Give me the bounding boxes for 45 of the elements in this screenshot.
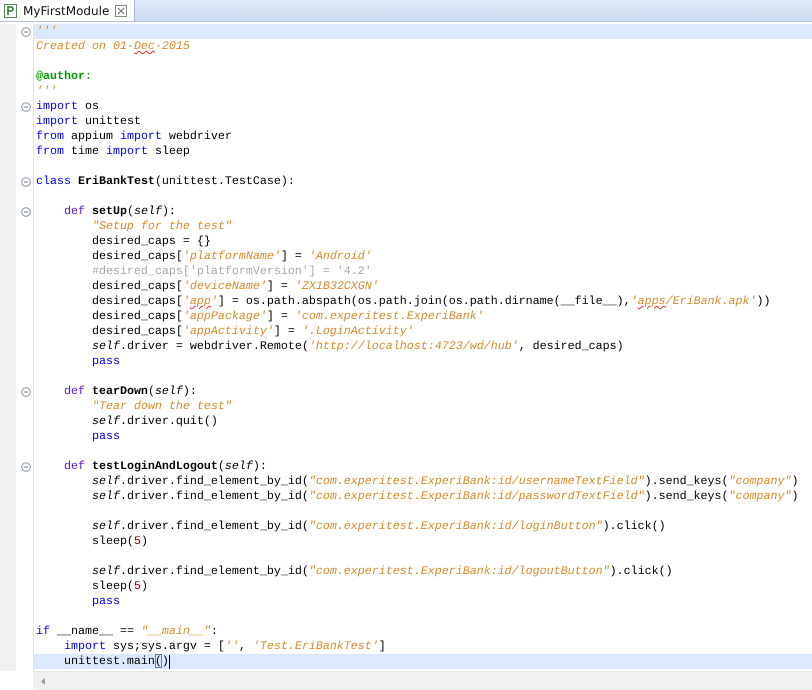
code-line: self.driver.find_element_by_id("com.experitest.ExperiBank:id/logoutButton").click(): [90, 564, 673, 579]
close-icon[interactable]: [115, 4, 128, 16]
collapse-icon[interactable]: [20, 462, 30, 472]
code-line: desired_caps = {}: [90, 234, 211, 249]
collapse-icon[interactable]: [20, 386, 30, 396]
code-line: self.driver.find_element_by_id("com.experitest.ExperiBank:id/usernameTextField").send_keys("company"): [90, 474, 799, 489]
code-line: import os: [36, 99, 99, 114]
code-line: import sys;sys.argv = ['', 'Test.EriBankTest']: [62, 639, 386, 654]
code-line: sleep(5): [90, 579, 148, 594]
editor-tab[interactable]: MyFirstModule: [0, 0, 136, 21]
code-line: from time import sleep: [36, 144, 190, 159]
code-line: pass: [90, 594, 120, 609]
scroll-left-icon[interactable]: [39, 676, 47, 686]
code-line: pass: [90, 429, 120, 444]
code-line: class EriBankTest(unittest.TestCase):: [36, 174, 295, 189]
code-line: desired_caps['appActivity'] = '.LoginActivity': [90, 324, 414, 339]
code-line: "Setup for the test": [90, 219, 232, 234]
python-file-icon: [4, 4, 17, 18]
code-line: import unittest: [36, 114, 141, 129]
code-line: sleep(5): [90, 534, 148, 549]
code-line: from appium import webdriver: [36, 129, 232, 144]
code-line: desired_caps['app'] = os.path.abspath(os.path.join(os.path.dirname(__file__),'apps/EriBank.apk')): [90, 294, 771, 309]
code-line: desired_caps['appPackage'] = 'com.experitest.ExperiBank': [90, 309, 484, 324]
code-line: desired_caps['platformName'] = 'Android': [90, 249, 372, 264]
code-line: desired_caps['deviceName'] = 'ZX1B32CXGN': [90, 279, 379, 294]
collapse-icon[interactable]: [20, 176, 30, 186]
code-line: self.driver.find_element_by_id("com.experitest.ExperiBank:id/loginButton").click(): [90, 519, 666, 534]
code-line: ''': [36, 84, 57, 99]
code-line: def testLoginAndLogout(self):: [62, 459, 267, 474]
code-line: "Tear down the test": [90, 399, 232, 414]
collapse-icon[interactable]: [20, 206, 30, 216]
code-line: self.driver = webdriver.Remote('http://localhost:4723/wd/hub', desired_caps): [90, 339, 624, 354]
code-line: ''': [36, 24, 57, 39]
collapse-icon[interactable]: [20, 26, 30, 36]
code-line: def tearDown(self):: [62, 384, 197, 399]
code-line: unittest.main(): [62, 654, 169, 669]
code-line: def setUp(self):: [62, 204, 176, 219]
code-line: #desired_caps['platformVersion'] = '4.2': [90, 264, 372, 279]
code-line: pass: [90, 354, 120, 369]
code-line: self.driver.find_element_by_id("com.experitest.ExperiBank:id/passwordTextField").send_keys("company"): [90, 489, 799, 504]
collapse-icon[interactable]: [20, 102, 30, 112]
code-line: Created on 01-Dec-2015: [36, 39, 190, 54]
code-line: self.driver.quit(): [90, 414, 218, 429]
code-line: if __name__ == "__main__":: [36, 624, 218, 639]
code-line: @author:: [36, 69, 92, 84]
